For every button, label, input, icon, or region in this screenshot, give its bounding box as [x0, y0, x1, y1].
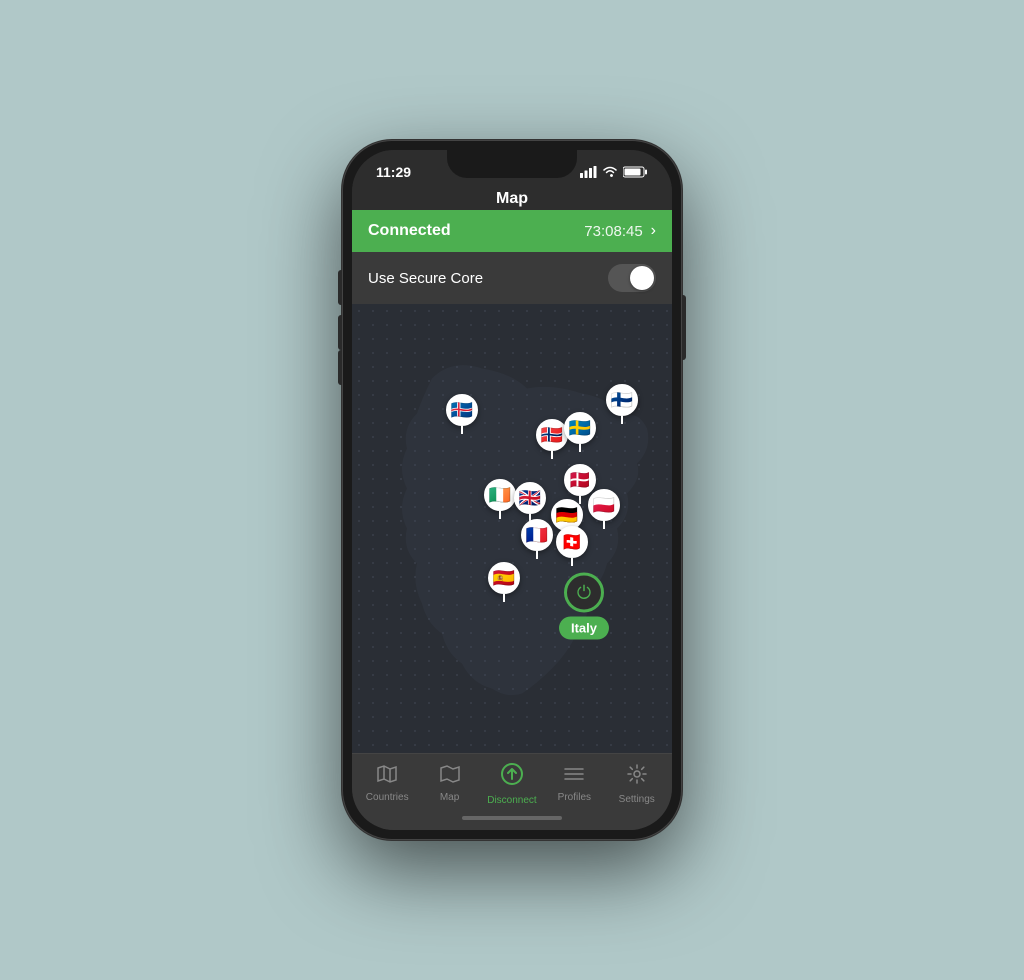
pin-sweden[interactable]: 🇸🇪 — [564, 412, 596, 452]
italy-label: Italy — [559, 617, 609, 640]
wifi-icon — [602, 166, 618, 178]
secure-core-toggle[interactable] — [608, 264, 656, 292]
connection-timer: 73:08:45 — [584, 223, 642, 240]
tab-countries[interactable]: Countries — [360, 765, 415, 803]
signal-icon — [580, 166, 597, 178]
countries-icon — [376, 765, 398, 789]
home-indicator — [352, 810, 672, 830]
notch — [447, 150, 577, 178]
secure-core-row: Use Secure Core — [352, 252, 672, 304]
pin-poland[interactable]: 🇵🇱 — [588, 489, 620, 529]
continent-svg — [352, 304, 672, 753]
status-bar: 11:29 — [352, 150, 672, 184]
pin-spain[interactable]: 🇪🇸 — [488, 562, 520, 602]
settings-icon — [626, 763, 648, 791]
tab-profiles[interactable]: Profiles — [547, 765, 602, 803]
settings-label: Settings — [619, 794, 655, 805]
tab-disconnect[interactable]: Disconnect — [484, 762, 539, 806]
phone-frame: 11:29 — [342, 140, 682, 840]
secure-core-label: Use Secure Core — [368, 270, 483, 287]
pin-iceland[interactable]: 🇮🇸 — [446, 394, 478, 434]
connected-banner[interactable]: Connected 73:08:45 › — [352, 210, 672, 252]
power-circle: ⏻ — [564, 573, 604, 613]
map-icon — [439, 765, 461, 789]
connection-status: Connected — [368, 222, 451, 240]
power-icon: ⏻ — [577, 582, 591, 603]
profiles-icon — [563, 765, 585, 789]
status-icons — [580, 166, 648, 178]
nav-title: Map — [496, 190, 528, 207]
map-area: 🇮🇸 🇳🇴 🇸🇪 🇫🇮 🇮🇪 — [352, 304, 672, 753]
connected-right: 73:08:45 › — [584, 222, 656, 240]
banner-chevron-icon: › — [651, 222, 656, 240]
pin-ireland[interactable]: 🇮🇪 — [484, 479, 516, 519]
battery-icon — [623, 166, 648, 178]
tab-settings[interactable]: Settings — [609, 763, 664, 805]
pin-switzerland[interactable]: 🇨🇭 — [556, 526, 588, 566]
power-pin-italy[interactable]: ⏻ Italy — [559, 573, 609, 640]
tab-bar: Countries Map Disconnect — [352, 753, 672, 810]
pin-finland[interactable]: 🇫🇮 — [606, 384, 638, 424]
phone-screen: 11:29 — [352, 150, 672, 830]
nav-bar: Map — [352, 184, 672, 210]
pin-france[interactable]: 🇫🇷 — [521, 519, 553, 559]
home-bar — [462, 816, 562, 820]
countries-label: Countries — [366, 792, 409, 803]
pin-uk[interactable]: 🇬🇧 — [514, 482, 546, 522]
tab-map[interactable]: Map — [422, 765, 477, 803]
disconnect-icon — [500, 762, 524, 792]
status-time: 11:29 — [376, 164, 411, 180]
profiles-label: Profiles — [558, 792, 591, 803]
disconnect-label: Disconnect — [487, 795, 536, 806]
map-label: Map — [440, 792, 459, 803]
